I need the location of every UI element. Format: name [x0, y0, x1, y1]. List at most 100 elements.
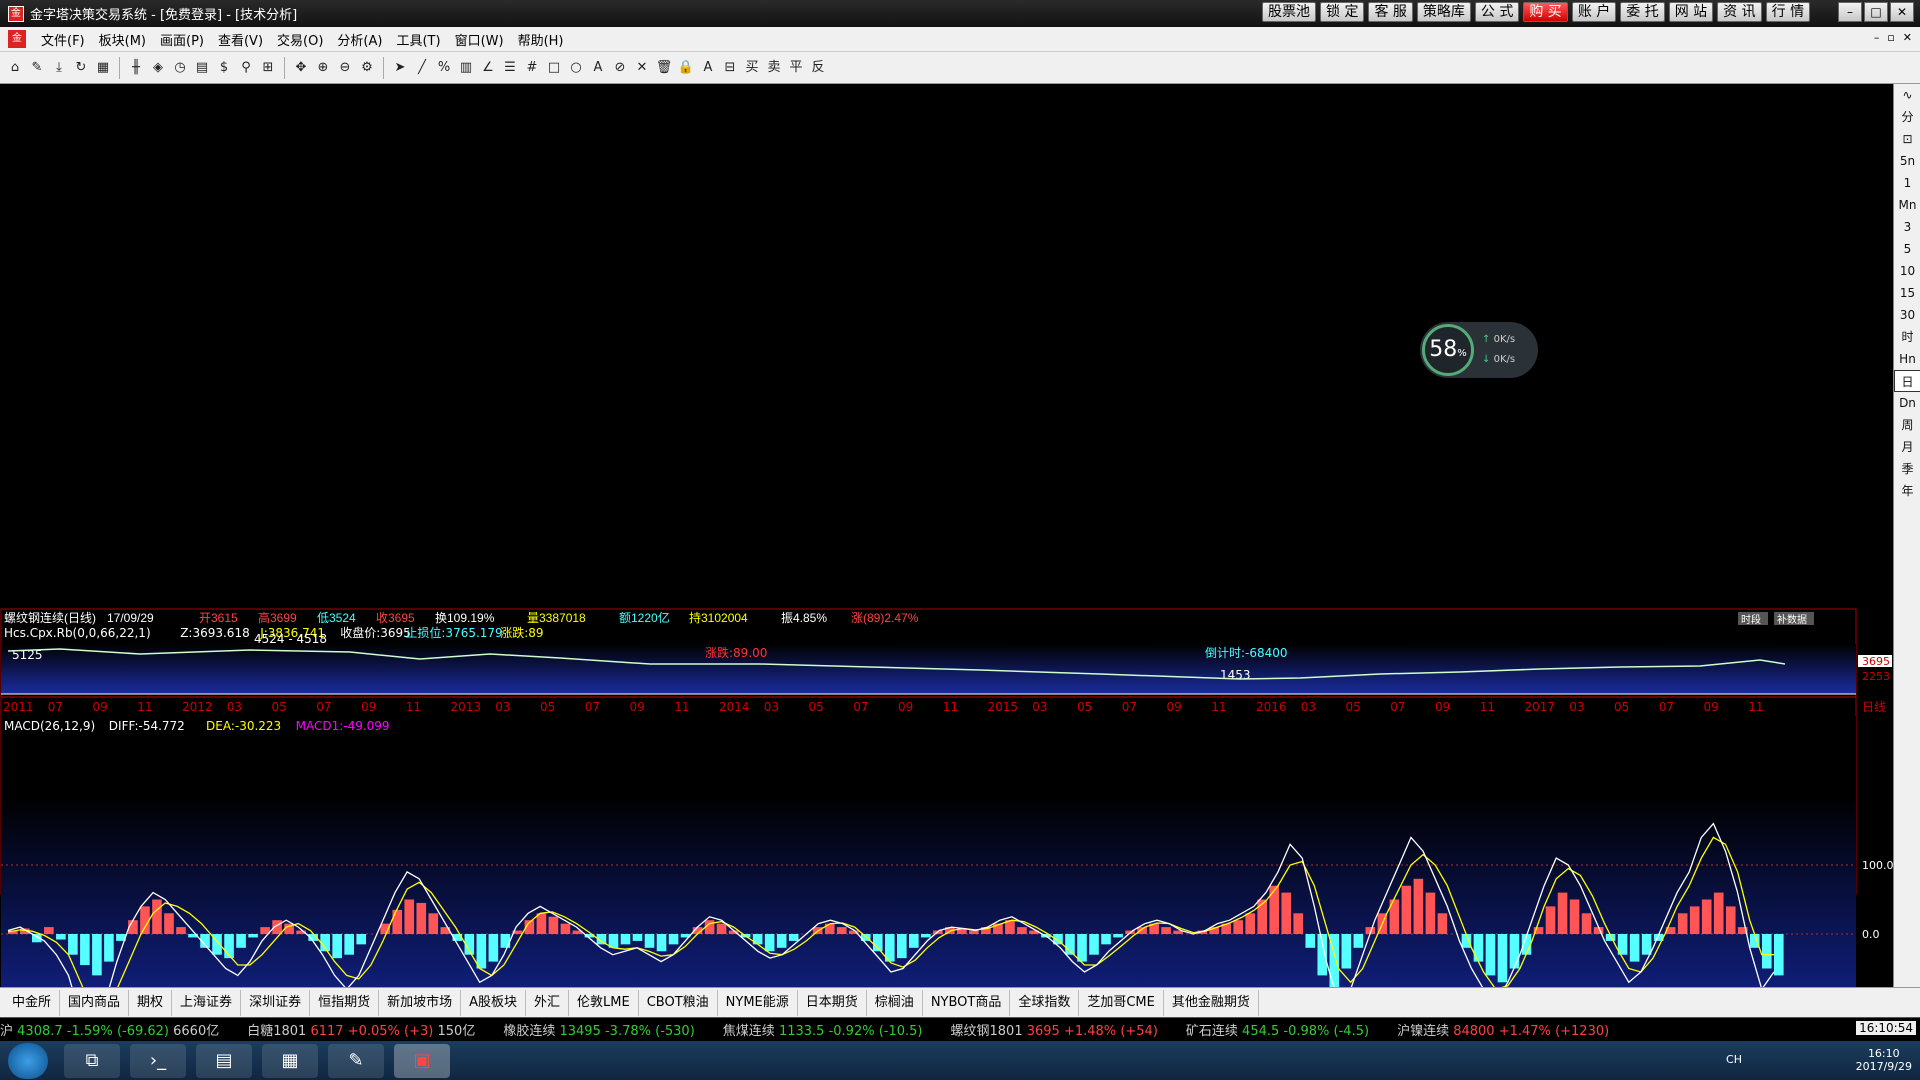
tab-10[interactable]: CBOT粮油 — [639, 989, 718, 1016]
period-5[interactable]: Mn — [1894, 194, 1920, 216]
mdi-close-button[interactable]: ✕ — [1903, 31, 1912, 44]
settings-icon[interactable]: ⚙ — [358, 58, 376, 78]
minimize-button[interactable]: – — [1838, 2, 1862, 22]
tray-lang[interactable]: CH — [1726, 1053, 1742, 1066]
tab-8[interactable]: 外汇 — [526, 989, 570, 1016]
top-button-7[interactable]: 委 托 — [1620, 2, 1665, 22]
rect-icon[interactable]: □ — [545, 58, 563, 78]
tab-7[interactable]: A股板块 — [461, 989, 527, 1016]
pen-icon[interactable]: ✎ — [28, 58, 46, 78]
box-icon[interactable]: ⊟ — [721, 58, 739, 78]
period-14[interactable]: Dn — [1894, 392, 1920, 414]
table-icon[interactable]: ▥ — [457, 58, 475, 78]
percent-icon[interactable]: % — [435, 58, 453, 78]
period-18[interactable]: 年 — [1894, 480, 1920, 502]
toolbar-text-1[interactable]: 卖 — [765, 58, 783, 78]
taskbar-app-explorer[interactable]: ▤ — [196, 1043, 252, 1078]
period-8[interactable]: 10 — [1894, 260, 1920, 282]
text-icon[interactable]: A — [589, 58, 607, 78]
refresh-icon[interactable]: ↻ — [72, 58, 90, 78]
tab-13[interactable]: 棕榈油 — [867, 989, 923, 1016]
ticker-item-3[interactable]: 焦煤连续 1133.5 -0.92% (-10.5) — [723, 1020, 923, 1039]
period-9[interactable]: 15 — [1894, 282, 1920, 304]
mdi-restore-button[interactable]: ▫ — [1887, 31, 1894, 44]
top-button-6[interactable]: 账 户 — [1571, 2, 1617, 22]
top-button-8[interactable]: 网 站 — [1668, 2, 1714, 22]
grid-icon[interactable]: ▦ — [94, 58, 112, 78]
zoom-out-icon[interactable]: ⊖ — [336, 58, 354, 78]
tab-17[interactable]: 其他金融期货 — [1164, 989, 1259, 1016]
list-icon[interactable]: ☰ — [501, 58, 519, 78]
menu-item-8[interactable]: 帮助(H) — [511, 30, 571, 49]
menu-item-3[interactable]: 查看(V) — [211, 30, 270, 49]
top-button-5[interactable]: 购 买 — [1523, 2, 1568, 22]
period-16[interactable]: 月 — [1894, 436, 1920, 458]
tab-1[interactable]: 国内商品 — [60, 989, 130, 1016]
period-7[interactable]: 5 — [1894, 238, 1920, 260]
font-color-icon[interactable]: A — [699, 58, 717, 78]
ticker-item-0[interactable]: 沪 4308.7 -1.59% (-69.62) 6660亿 — [0, 1020, 219, 1039]
close-button[interactable]: ✕ — [1890, 2, 1914, 22]
menu-item-7[interactable]: 窗口(W) — [448, 30, 511, 49]
period-17[interactable]: 季 — [1894, 458, 1920, 480]
calc-icon[interactable]: ⊞ — [259, 58, 277, 78]
period-3[interactable]: 5n — [1894, 150, 1920, 172]
tab-11[interactable]: NYME能源 — [718, 989, 798, 1016]
top-button-4[interactable]: 公 式 — [1474, 2, 1520, 22]
mdi-minimize-button[interactable]: – — [1874, 31, 1880, 44]
menu-item-1[interactable]: 板块(M) — [92, 30, 153, 49]
period-6[interactable]: 3 — [1894, 216, 1920, 238]
tab-15[interactable]: 全球指数 — [1010, 989, 1080, 1016]
period-11[interactable]: 时 — [1894, 326, 1920, 348]
ticker-item-6[interactable]: 沪镍连续 84800 +1.47% (+1230) — [1397, 1020, 1609, 1039]
dollar-icon[interactable]: $ — [215, 58, 233, 78]
tab-12[interactable]: 日本期货 — [798, 989, 867, 1016]
trash-icon[interactable]: 🗑 — [655, 58, 673, 78]
close-icon[interactable]: ✕ — [633, 58, 651, 78]
period-1[interactable]: 分 — [1894, 106, 1920, 128]
tab-16[interactable]: 芝加哥CME — [1079, 989, 1164, 1016]
period-2[interactable]: ⊡ — [1894, 128, 1920, 150]
note-icon[interactable]: ▤ — [193, 58, 211, 78]
ticker-item-2[interactable]: 橡胶连续 13495 -3.78% (-530) — [503, 1020, 694, 1039]
taskbar-app-trading[interactable]: ▣ — [394, 1043, 450, 1078]
angle-icon[interactable]: ∠ — [479, 58, 497, 78]
lock-icon[interactable]: 🔒 — [677, 58, 695, 78]
diamond-icon[interactable]: ◈ — [149, 58, 167, 78]
menu-item-2[interactable]: 画面(P) — [153, 30, 211, 49]
tab-14[interactable]: NYBOT商品 — [923, 989, 1011, 1016]
chart-svg[interactable]: 螺纹钢连续(日线) 17/09/29 开3615 高3699 低3524 收3695 换10… — [0, 84, 1897, 1066]
home-icon[interactable]: ⌂ — [6, 58, 24, 78]
download-icon[interactable]: ⤓ — [50, 58, 68, 78]
top-button-2[interactable]: 客 服 — [1368, 2, 1413, 22]
zoom-in-icon[interactable]: ⊕ — [314, 58, 332, 78]
ticker-item-5[interactable]: 矿石连续 454.5 -0.98% (-4.5) — [1186, 1020, 1369, 1039]
tab-5[interactable]: 恒指期货 — [310, 989, 380, 1016]
taskbar-app-network[interactable]: ⧉ — [64, 1043, 120, 1078]
menu-item-0[interactable]: 文件(F) — [34, 30, 92, 49]
period-10[interactable]: 30 — [1894, 304, 1920, 326]
candle-icon[interactable]: ╫ — [127, 58, 145, 78]
pointer-icon[interactable]: ➤ — [391, 58, 409, 78]
period-4[interactable]: 1 — [1894, 172, 1920, 194]
period-0[interactable]: ∿ — [1894, 84, 1920, 106]
link-icon[interactable]: ⊘ — [611, 58, 629, 78]
hash-icon[interactable]: # — [523, 58, 541, 78]
tab-9[interactable]: 伦敦LME — [569, 989, 639, 1016]
taskbar-app-monitor[interactable]: ▦ — [262, 1043, 318, 1078]
top-button-1[interactable]: 锁 定 — [1320, 2, 1365, 22]
menu-item-5[interactable]: 分析(A) — [330, 30, 389, 49]
tab-0[interactable]: 中金所 — [4, 989, 61, 1016]
period-13[interactable]: 日 — [1894, 370, 1920, 392]
filter-icon[interactable]: ⚲ — [237, 58, 255, 78]
network-speed-widget[interactable]: 58% ↑ 0K/s ↓ 0K/s — [1420, 322, 1538, 378]
start-button[interactable] — [8, 1042, 48, 1079]
tab-2[interactable]: 期权 — [129, 989, 173, 1016]
chart-area[interactable]: 螺纹钢连续(日线) 17/09/29 开3615 高3699 低3524 收3695 换10… — [0, 84, 1897, 1066]
line-icon[interactable]: ╱ — [413, 58, 431, 78]
menu-item-4[interactable]: 交易(O) — [270, 30, 330, 49]
clock-icon[interactable]: ◷ — [171, 58, 189, 78]
maximize-button[interactable]: □ — [1864, 2, 1888, 22]
tab-4[interactable]: 深圳证券 — [241, 989, 311, 1016]
period-15[interactable]: 周 — [1894, 414, 1920, 436]
